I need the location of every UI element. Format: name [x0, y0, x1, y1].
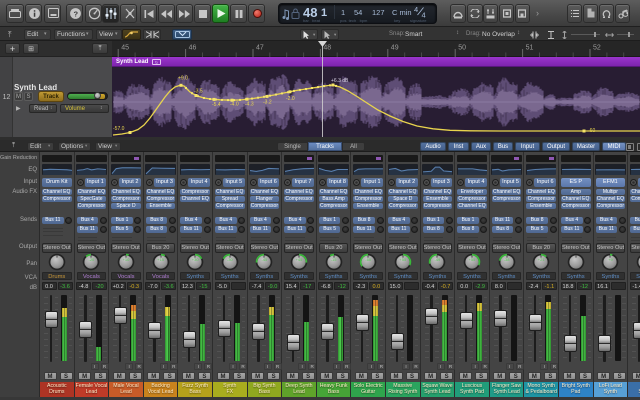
- svg-text:-60: -60: [588, 128, 595, 134]
- svg-text:46: 46: [189, 45, 197, 52]
- svg-text:?: ?: [73, 9, 78, 18]
- svg-text:-2.0: -2.0: [286, 96, 295, 102]
- svg-text:-57.0: -57.0: [113, 126, 125, 132]
- svg-text:4: 4: [414, 5, 418, 14]
- svg-text:-3.5: -3.5: [194, 89, 203, 95]
- svg-text:-4.0: -4.0: [230, 102, 239, 108]
- svg-text:45: 45: [121, 45, 129, 52]
- svg-text:-5.4: -5.4: [212, 102, 221, 108]
- svg-text:50: 50: [458, 45, 466, 52]
- svg-text:+6.3 dB: +6.3 dB: [331, 78, 349, 84]
- svg-text:+9.0: +9.0: [178, 76, 188, 82]
- svg-text:49: 49: [391, 45, 399, 52]
- svg-text:47: 47: [256, 45, 264, 52]
- svg-text:52: 52: [593, 45, 601, 52]
- svg-text:-4.3: -4.3: [245, 102, 254, 108]
- svg-text:51: 51: [526, 45, 534, 52]
- svg-text:-3.2: -3.2: [263, 100, 272, 106]
- svg-text:4: 4: [422, 11, 426, 19]
